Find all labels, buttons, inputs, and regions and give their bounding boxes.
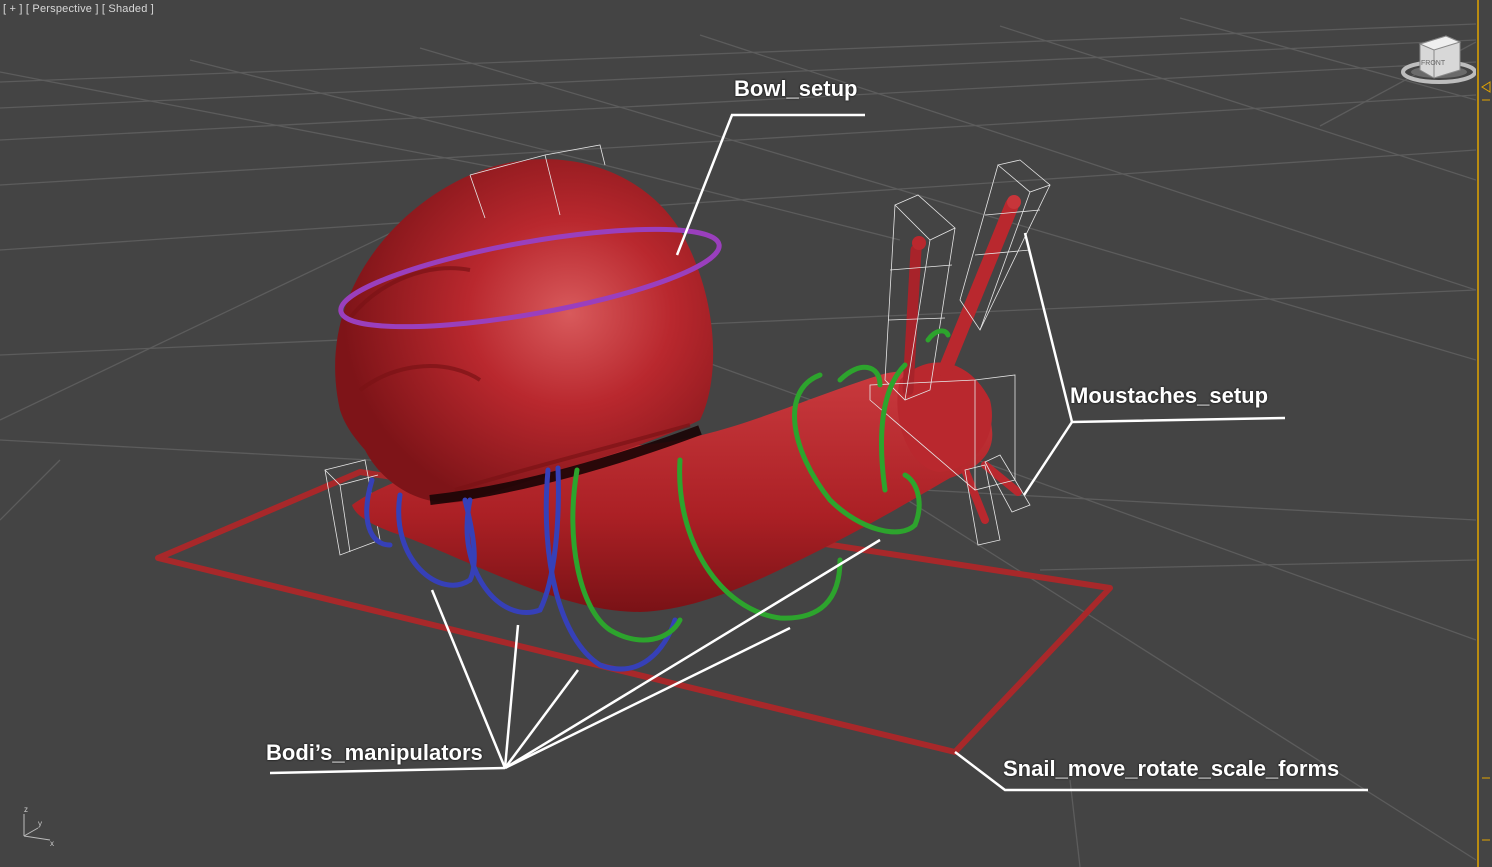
perspective-viewport[interactable]: [ + ] [ Perspective ] [ Shaded ] Bowl_se…	[0, 0, 1492, 867]
callout-bowl-setup: Bowl_setup	[734, 76, 858, 101]
viewport-plus-menu[interactable]: [ + ]	[3, 3, 23, 15]
bodi-leader	[269, 766, 506, 775]
axis-tripod-icon: z y x	[14, 804, 58, 848]
viewcube-front-label: FRONT	[1421, 60, 1446, 67]
time-slider-icon[interactable]	[1476, 0, 1492, 867]
viewport-view-menu[interactable]: [ Perspective ]	[26, 3, 99, 15]
callout-bodi-manipulators: Bodi’s_manipulators	[266, 740, 483, 765]
viewcube-icon[interactable]: FRONT	[1400, 32, 1478, 90]
axis-x-label: x	[50, 839, 54, 848]
viewport-shading-menu[interactable]: [ Shaded ]	[102, 3, 154, 15]
scene-canvas[interactable]	[0, 0, 1476, 867]
axis-y-label: y	[38, 819, 42, 828]
viewport-label[interactable]: [ + ] [ Perspective ] [ Shaded ]	[3, 3, 154, 15]
callout-moustaches-setup: Moustaches_setup	[1070, 383, 1269, 408]
callout-snail-move: Snail_move_rotate_scale_forms	[1003, 756, 1340, 781]
axis-z-label: z	[24, 805, 28, 814]
